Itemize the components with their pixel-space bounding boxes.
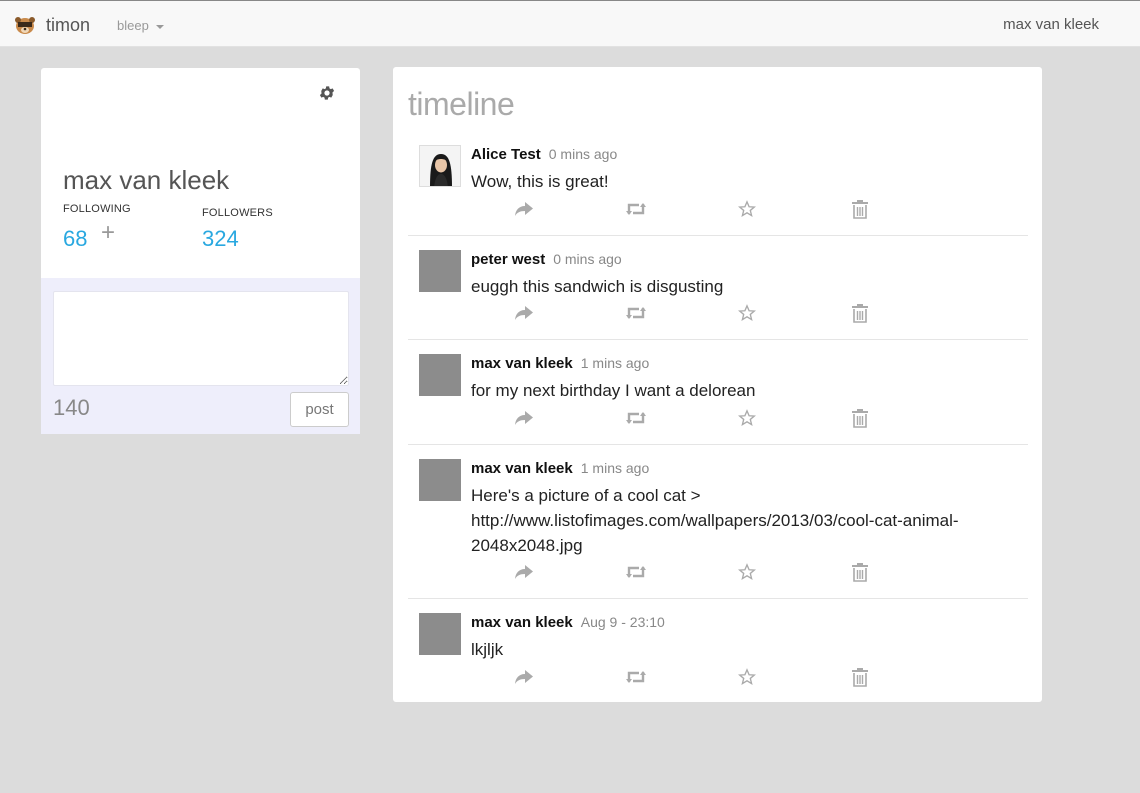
post-actions (393, 198, 1013, 220)
post-author-name[interactable]: max van kleek (471, 614, 573, 631)
trash-icon[interactable] (849, 302, 871, 324)
star-icon[interactable] (736, 561, 758, 583)
post-time: Aug 9 - 23:10 (580, 614, 665, 630)
avatar[interactable] (419, 613, 461, 655)
timeline-post: peter west 0 mins ago euggh this sandwich… (408, 250, 1028, 310)
compose-box: 140 post (41, 278, 360, 434)
star-icon[interactable] (736, 198, 758, 220)
char-count: 140 (53, 395, 90, 420)
add-following-icon[interactable]: + (101, 221, 115, 245)
star-icon[interactable] (736, 302, 758, 324)
retweet-icon[interactable] (625, 198, 647, 220)
trash-icon[interactable] (849, 407, 871, 429)
avatar[interactable] (419, 459, 461, 501)
trash-icon[interactable] (849, 561, 871, 583)
reply-arrow-icon[interactable] (513, 561, 535, 583)
brand-name: timon (46, 14, 91, 35)
post-author[interactable]: max van kleek 1 mins ago (471, 460, 649, 477)
post-author-name[interactable]: Alice Test (471, 146, 541, 163)
retweet-icon[interactable] (625, 302, 647, 324)
post-time: 0 mins ago (548, 146, 618, 162)
followers-label: FOLLOWERS (202, 207, 273, 219)
star-icon[interactable] (736, 407, 758, 429)
reply-arrow-icon[interactable] (513, 666, 535, 688)
nav-user-menu[interactable]: max van kleek (1003, 16, 1099, 33)
post-author[interactable]: max van kleek Aug 9 - 23:10 (471, 614, 665, 631)
post-divider (408, 598, 1028, 599)
avatar[interactable] (419, 354, 461, 396)
post-text: for my next birthday I want a delorean (471, 381, 756, 400)
post-text: Here's a picture of a cool cat > http://… (471, 486, 959, 555)
post-actions (393, 407, 1013, 429)
star-icon[interactable] (736, 666, 758, 688)
timeline-post: max van kleek 1 mins ago for my next birt… (408, 354, 1028, 414)
post-text: euggh this sandwich is disgusting (471, 277, 724, 296)
post-divider (408, 339, 1028, 340)
timon-logo-icon (14, 14, 36, 36)
post-actions (393, 666, 1013, 688)
post-divider (408, 235, 1028, 236)
timeline-panel: timeline Alice Test 0 mins ago Wow, this … (393, 67, 1042, 702)
post-author[interactable]: peter west 0 mins ago (471, 251, 622, 268)
followers-count[interactable]: 324 (202, 226, 239, 252)
retweet-icon[interactable] (625, 407, 647, 429)
reply-arrow-icon[interactable] (513, 407, 535, 429)
app-dropdown[interactable]: bleep (117, 18, 164, 33)
post-author[interactable]: max van kleek 1 mins ago (471, 355, 649, 372)
trash-icon[interactable] (849, 198, 871, 220)
reply-arrow-icon[interactable] (513, 302, 535, 324)
post-button[interactable]: post (290, 392, 349, 427)
trash-icon[interactable] (849, 666, 871, 688)
following-count[interactable]: 68 (63, 226, 87, 252)
gear-icon[interactable] (318, 84, 336, 102)
profile-card: max van kleek FOLLOWING 68 + FOLLOWERS 3… (41, 68, 360, 434)
post-time: 1 mins ago (580, 460, 650, 476)
retweet-icon[interactable] (625, 666, 647, 688)
timeline-title: timeline (408, 86, 515, 122)
compose-textarea[interactable] (53, 291, 349, 386)
post-actions (393, 561, 1013, 583)
post-author-name[interactable]: max van kleek (471, 460, 573, 477)
timeline-post: max van kleek Aug 9 - 23:10 lkjljk (408, 613, 1028, 673)
caret-down-icon (155, 24, 164, 29)
post-divider (408, 444, 1028, 445)
post-actions (393, 302, 1013, 324)
retweet-icon[interactable] (625, 561, 647, 583)
post-text: Wow, this is great! (471, 172, 609, 191)
post-time: 1 mins ago (580, 355, 650, 371)
avatar[interactable] (419, 250, 461, 292)
post-author[interactable]: Alice Test 0 mins ago (471, 146, 617, 163)
top-navbar: timon bleep max van kleek (0, 0, 1140, 47)
brand-link[interactable]: timon (14, 12, 90, 38)
avatar[interactable] (419, 145, 461, 187)
post-text: lkjljk (471, 640, 504, 659)
post-time: 0 mins ago (553, 251, 622, 267)
app-dropdown-label: bleep (117, 18, 149, 33)
post-author-name[interactable]: max van kleek (471, 355, 573, 372)
following-label: FOLLOWING (63, 203, 131, 215)
post-author-name[interactable]: peter west (471, 251, 545, 268)
profile-name: max van kleek (63, 165, 230, 195)
reply-arrow-icon[interactable] (513, 198, 535, 220)
timeline-post: max van kleek 1 mins ago Here's a picture… (408, 459, 1028, 559)
